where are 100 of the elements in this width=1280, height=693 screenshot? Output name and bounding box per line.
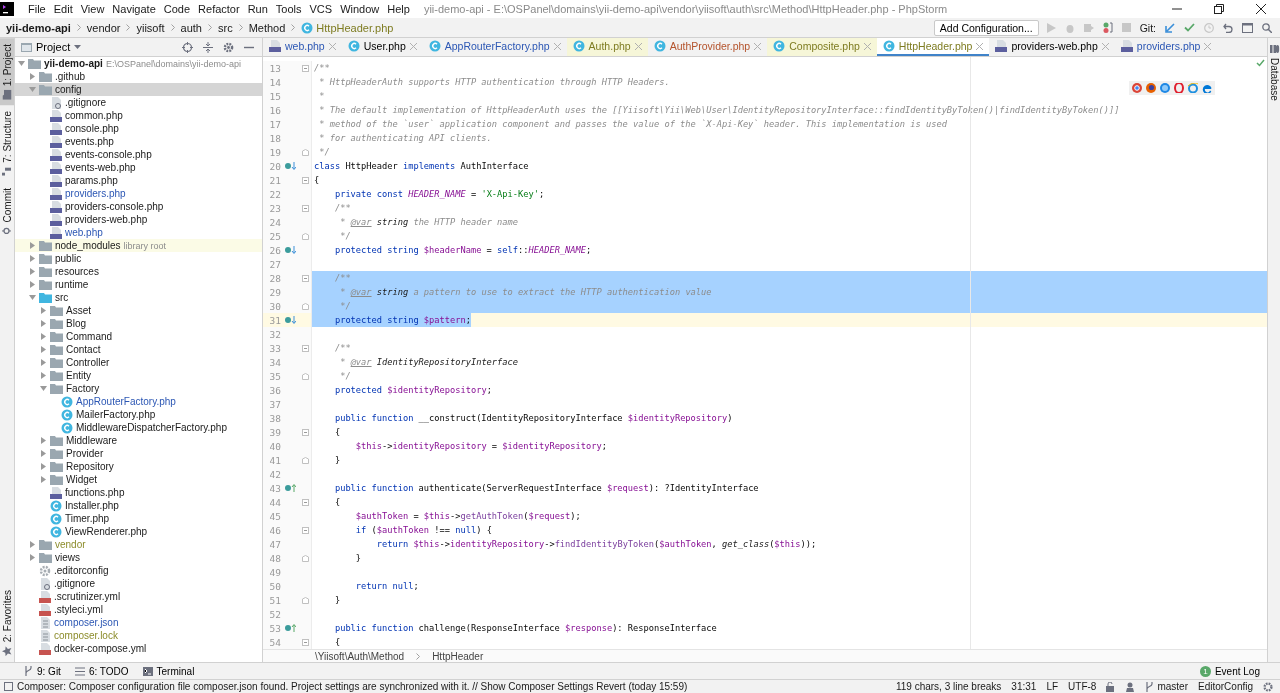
editor-tab[interactable]: User.php <box>341 38 423 56</box>
tree-item[interactable]: Contact <box>15 343 262 356</box>
menu-item[interactable]: Help <box>383 3 414 15</box>
fold-end-icon[interactable] <box>301 456 309 464</box>
fold-icon[interactable] <box>301 428 309 436</box>
tree-item[interactable]: Provider <box>15 447 262 460</box>
expand-arrow-icon[interactable] <box>40 476 47 483</box>
fold-icon[interactable] <box>301 204 309 212</box>
breadcrumb-item[interactable]: vendor <box>86 21 121 34</box>
menu-item[interactable]: VCS <box>305 3 337 15</box>
breadcrumb-item[interactable]: HttpHeader.php <box>301 21 394 34</box>
editor-tab[interactable]: Auth.php <box>566 38 648 56</box>
expand-arrow-icon[interactable] <box>40 346 47 353</box>
implemented-marker-icon[interactable] <box>284 623 296 633</box>
tree-item[interactable]: composer.lock <box>15 629 262 642</box>
tree-item[interactable]: Widget <box>15 473 262 486</box>
lock-icon[interactable] <box>1106 681 1116 692</box>
breadcrumb-item[interactable]: yiisoft <box>136 21 165 34</box>
tree-item[interactable]: console.php <box>15 122 262 135</box>
breadcrumb-item[interactable]: yii-demo-api <box>6 21 71 34</box>
status-toggle-icon[interactable] <box>4 682 13 691</box>
tree-item[interactable]: web.php <box>15 226 262 239</box>
tree-item[interactable]: AppRouterFactory.php <box>15 395 262 408</box>
tool-window-tab[interactable]: 7: Structure <box>0 105 14 182</box>
fold-icon[interactable] <box>301 64 309 72</box>
expand-arrow-icon[interactable] <box>29 242 36 249</box>
tree-item[interactable]: Timer.php <box>15 512 262 525</box>
tree-item[interactable]: Asset <box>15 304 262 317</box>
tree-item[interactable]: .gitignore <box>15 96 262 109</box>
expand-arrow-icon[interactable] <box>29 73 36 80</box>
expand-arrow-icon[interactable] <box>40 372 47 379</box>
restore-icon[interactable] <box>1214 4 1224 14</box>
git-branch[interactable]: master <box>1145 681 1188 692</box>
tree-item[interactable]: events-console.php <box>15 148 262 161</box>
tree-item[interactable]: docker-compose.yml <box>15 642 262 655</box>
fold-end-icon[interactable] <box>301 554 309 562</box>
editor-tab[interactable]: providers.php <box>1114 38 1218 56</box>
tree-item[interactable]: MiddlewareDispatcherFactory.php <box>15 421 262 434</box>
tree-item[interactable]: composer.json <box>15 616 262 629</box>
event-log-button[interactable]: 1 Event Log <box>1199 665 1260 677</box>
implements-marker-icon[interactable] <box>284 315 296 325</box>
browser-icon[interactable] <box>1202 83 1212 93</box>
undo-icon[interactable] <box>1223 22 1233 33</box>
editor-tab[interactable]: AppRouterFactory.php <box>422 38 567 56</box>
update-arrow-icon[interactable] <box>1165 22 1175 33</box>
collapse-arrow-icon[interactable] <box>29 86 36 93</box>
expand-arrow-icon[interactable] <box>29 541 36 548</box>
editor-tab[interactable]: web.php <box>263 38 342 56</box>
tool-window-tab[interactable]: 1: Project <box>0 38 14 106</box>
profile-icon[interactable] <box>1102 22 1113 33</box>
expand-arrow-icon[interactable] <box>29 281 36 288</box>
fold-end-icon[interactable] <box>301 232 309 240</box>
implements-marker-icon[interactable] <box>284 161 296 171</box>
expand-arrow-icon[interactable] <box>40 463 47 470</box>
implements-marker-icon[interactable] <box>284 245 296 255</box>
implemented-marker-icon[interactable] <box>284 483 296 493</box>
expand-arrow-icon[interactable] <box>29 255 36 262</box>
expand-arrow-icon[interactable] <box>29 554 36 561</box>
fold-end-icon[interactable] <box>301 148 309 156</box>
expand-arrow-icon[interactable] <box>40 359 47 366</box>
tree-item[interactable]: providers-console.php <box>15 200 262 213</box>
fold-end-icon[interactable] <box>301 596 309 604</box>
tool-window-tab[interactable]: 2: Favorites <box>0 583 14 662</box>
tree-item[interactable]: MailerFactory.php <box>15 408 262 421</box>
editor-tab[interactable]: providers-web.php <box>989 38 1115 56</box>
menu-item[interactable]: Code <box>159 3 195 15</box>
fold-end-icon[interactable] <box>301 302 309 310</box>
editor-tab[interactable]: Composite.php <box>767 38 877 56</box>
expand-arrow-icon[interactable] <box>40 450 47 457</box>
fold-icon[interactable] <box>301 176 309 184</box>
tree-item[interactable]: Repository <box>15 460 262 473</box>
settings-icon[interactable] <box>223 41 234 53</box>
close-icon[interactable] <box>1256 4 1266 14</box>
menu-item[interactable]: Window <box>336 3 384 15</box>
tree-item[interactable]: Entity <box>15 369 262 382</box>
expand-arrow-icon[interactable] <box>40 333 47 340</box>
menu-item[interactable]: Refactor <box>194 3 244 15</box>
history-clock-icon[interactable] <box>1204 22 1214 33</box>
fold-icon[interactable] <box>301 274 309 282</box>
expand-arrow-icon[interactable] <box>29 268 36 275</box>
tree-item[interactable]: providers.php <box>15 187 262 200</box>
tree-item[interactable]: runtime <box>15 278 262 291</box>
expand-arrow-icon[interactable] <box>40 320 47 327</box>
menu-item[interactable]: View <box>76 3 109 15</box>
code-style[interactable]: EditorConfig <box>1197 681 1253 692</box>
collapse-arrow-icon[interactable] <box>29 294 36 301</box>
caret-position[interactable]: 31:31 <box>1011 681 1037 692</box>
tree-item[interactable]: Command <box>15 330 262 343</box>
tree-item[interactable]: providers-web.php <box>15 213 262 226</box>
fold-icon[interactable] <box>301 638 309 646</box>
menu-item[interactable]: Run <box>243 3 272 15</box>
search-icon[interactable] <box>1262 22 1272 33</box>
tree-item[interactable]: Installer.php <box>15 499 262 512</box>
menu-item[interactable]: Navigate <box>108 3 160 15</box>
tree-item[interactable]: common.php <box>15 109 262 122</box>
breadcrumb-item[interactable]: auth <box>180 21 202 34</box>
collapse-all-icon[interactable] <box>203 41 213 53</box>
tool-window-tab[interactable]: 9: Git <box>24 665 61 677</box>
tree-item[interactable]: .scrutinizer.yml <box>15 590 262 603</box>
collapse-arrow-icon[interactable] <box>18 60 25 67</box>
